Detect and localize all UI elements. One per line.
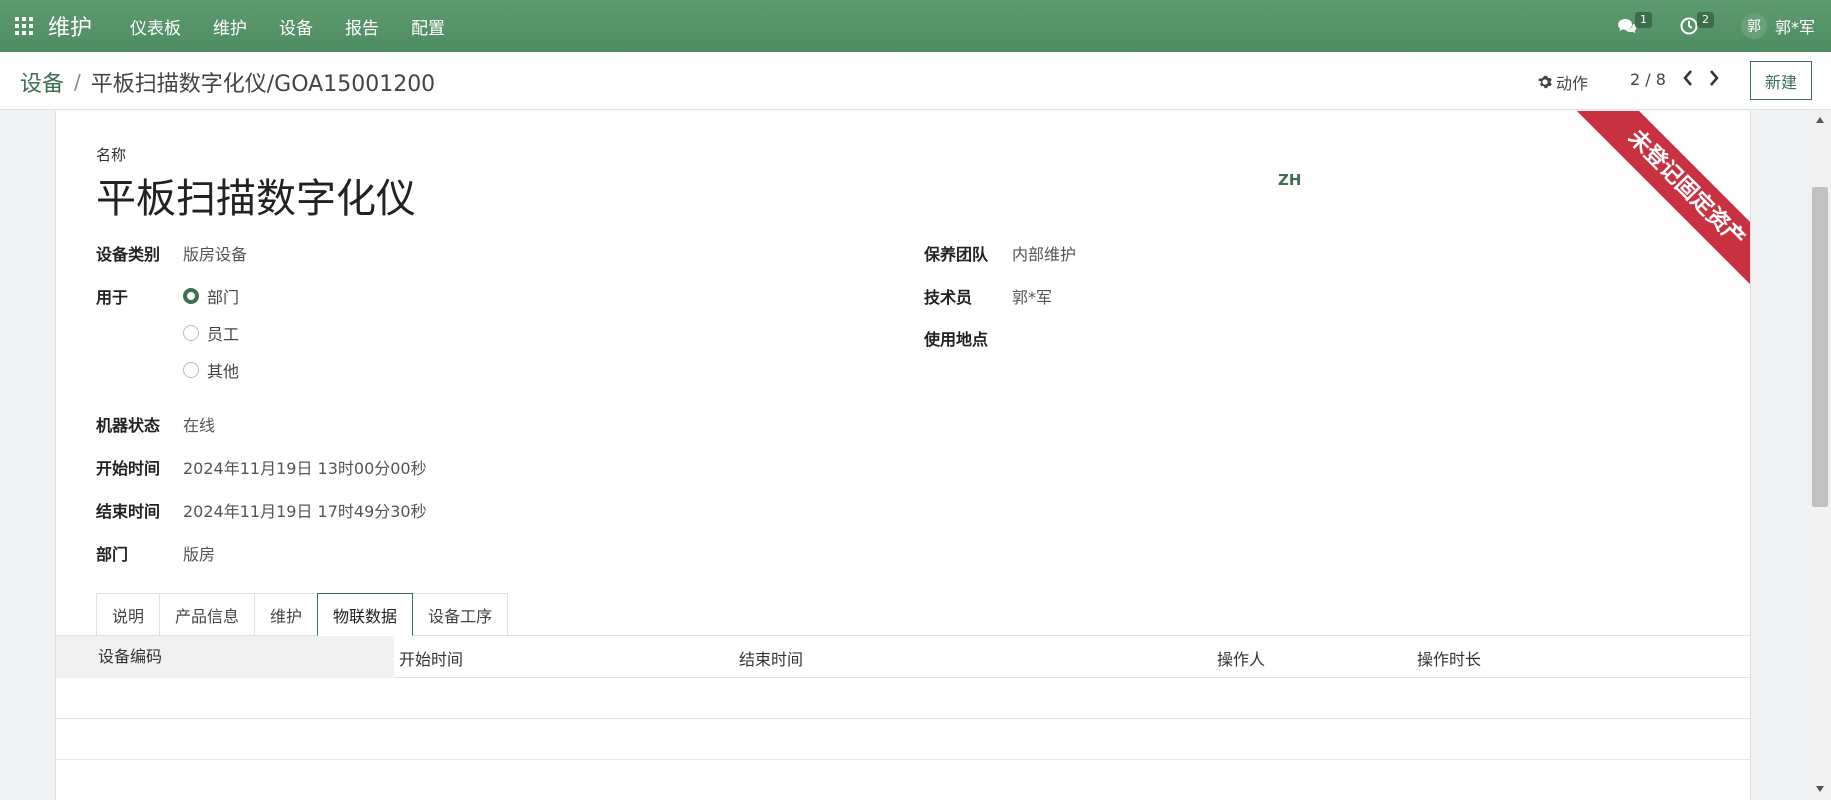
scroll-down-arrow-icon[interactable]: [1816, 786, 1824, 792]
clock-icon: [1680, 17, 1698, 35]
chevron-left-icon[interactable]: [1680, 68, 1696, 88]
form-sheet: 未登记固定资产 名称 平板扫描数字化仪 ZH 设备类别 版房设备 用于 部门 员…: [55, 111, 1751, 800]
ribbon: 未登记固定资产: [1560, 111, 1750, 301]
radio-other[interactable]: 其他: [183, 358, 239, 382]
new-button[interactable]: 新建: [1750, 61, 1812, 100]
tab-description[interactable]: 说明: [96, 593, 161, 635]
tab-iot-data[interactable]: 物联数据: [317, 593, 414, 636]
nav-dashboard[interactable]: 仪表板: [114, 0, 197, 52]
end-time-label: 结束时间: [96, 502, 161, 521]
radio-unchecked-icon: [183, 362, 199, 378]
tab-product-info[interactable]: 产品信息: [159, 593, 256, 635]
control-panel: 设备 / 平板扫描数字化仪/GOA15001200 动作 2 / 8 新建: [0, 52, 1831, 110]
breadcrumb-separator: /: [74, 70, 81, 94]
apps-menu-icon[interactable]: [0, 0, 48, 52]
department-field[interactable]: 版房: [183, 541, 215, 565]
column-end-time[interactable]: 结束时间: [739, 646, 803, 670]
action-menu-button[interactable]: 动作: [1538, 70, 1588, 94]
user-menu[interactable]: 郭*军: [1775, 14, 1815, 38]
radio-label: 员工: [207, 325, 240, 344]
table-row: [56, 760, 1750, 800]
gear-icon: [1538, 75, 1552, 89]
radio-label: 部门: [207, 288, 240, 307]
radio-department[interactable]: 部门: [183, 284, 239, 308]
tab-equipment-process[interactable]: 设备工序: [412, 593, 509, 635]
column-equipment-code[interactable]: 设备编码: [56, 636, 394, 678]
location-label: 使用地点: [924, 330, 989, 349]
team-label: 保养团队: [924, 245, 989, 264]
team-field[interactable]: 内部维护: [1012, 241, 1076, 265]
column-operator[interactable]: 操作人: [1217, 646, 1265, 670]
chat-icon: [1617, 19, 1637, 34]
nav-configuration[interactable]: 配置: [395, 0, 461, 52]
action-label: 动作: [1556, 74, 1589, 93]
nav-maintenance[interactable]: 维护: [197, 0, 263, 52]
breadcrumb: 设备 / 平板扫描数字化仪/GOA15001200: [20, 66, 435, 98]
ribbon-text: 未登记固定资产: [1564, 111, 1750, 301]
messages-badge: 1: [1634, 12, 1652, 28]
pager-value[interactable]: 2 / 8: [1630, 70, 1666, 89]
user-avatar[interactable]: 郭: [1740, 13, 1767, 39]
table-row: [56, 719, 1750, 760]
messages-button[interactable]: 1: [1617, 0, 1657, 52]
top-navbar: 维护 仪表板 维护 设备 报告 配置 1 2 郭 郭*军: [0, 0, 1831, 52]
language-toggle[interactable]: ZH: [1278, 171, 1301, 189]
end-time-field[interactable]: 2024年11月19日 17时49分30秒: [183, 498, 427, 522]
page-scrollbar[interactable]: [1808, 111, 1831, 800]
app-brand[interactable]: 维护: [48, 10, 92, 42]
activities-badge: 2: [1696, 12, 1714, 28]
category-label: 设备类别: [96, 245, 161, 264]
name-label: 名称: [96, 146, 127, 164]
status-field[interactable]: 在线: [183, 412, 215, 436]
table-header: 设备编码 开始时间 结束时间 操作人 操作时长: [56, 636, 1750, 678]
nav-reporting[interactable]: 报告: [329, 0, 395, 52]
used-for-label: 用于: [96, 288, 129, 307]
start-time-label: 开始时间: [96, 459, 161, 478]
radio-unchecked-icon: [183, 325, 199, 341]
tab-maintenance[interactable]: 维护: [254, 593, 319, 635]
breadcrumb-current: 平板扫描数字化仪/GOA15001200: [90, 72, 436, 97]
radio-checked-icon: [183, 288, 199, 304]
location-field[interactable]: [1012, 326, 1312, 348]
scroll-up-arrow-icon[interactable]: [1816, 117, 1824, 123]
activities-button[interactable]: 2: [1679, 0, 1719, 52]
start-time-field[interactable]: 2024年11月19日 13时00分00秒: [183, 455, 427, 479]
table-row: [56, 678, 1750, 719]
technician-label: 技术员: [924, 288, 973, 307]
scroll-thumb[interactable]: [1812, 187, 1828, 507]
category-field[interactable]: 版房设备: [183, 241, 247, 265]
technician-field[interactable]: 郭*军: [1012, 284, 1052, 308]
name-field[interactable]: 平板扫描数字化仪: [96, 166, 416, 224]
notebook-tabs: 说明 产品信息 维护 物联数据 设备工序: [96, 593, 509, 636]
column-duration[interactable]: 操作时长: [1417, 646, 1481, 670]
status-label: 机器状态: [96, 416, 161, 435]
chevron-right-icon[interactable]: [1706, 68, 1722, 88]
radio-label: 其他: [207, 362, 240, 381]
iot-data-table: 设备编码 开始时间 结束时间 操作人 操作时长: [56, 636, 1750, 800]
nav-equipment[interactable]: 设备: [263, 0, 329, 52]
column-start-time[interactable]: 开始时间: [399, 646, 463, 670]
radio-employee[interactable]: 员工: [183, 321, 239, 345]
breadcrumb-equipment-link[interactable]: 设备: [20, 66, 64, 98]
department-label: 部门: [96, 545, 129, 564]
